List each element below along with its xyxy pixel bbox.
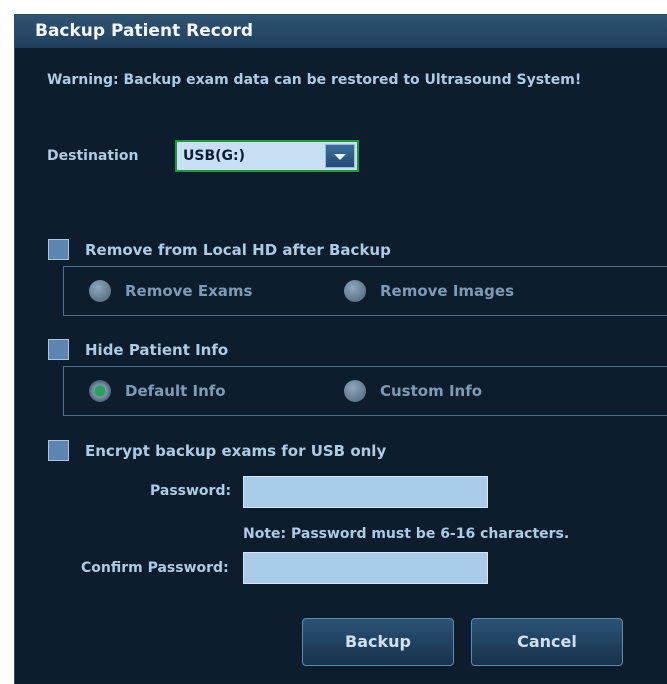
cancel-button[interactable]: Cancel: [471, 618, 623, 666]
warning-text: Warning: Backup exam data can be restore…: [47, 72, 582, 88]
password-note: Note: Password must be 6-16 characters.: [243, 526, 570, 542]
remove-exams-radio[interactable]: [89, 280, 111, 302]
chevron-down-icon: [334, 154, 346, 160]
remove-exams-label: Remove Exams: [125, 282, 253, 300]
backup-button[interactable]: Backup: [302, 618, 454, 666]
password-input[interactable]: [243, 476, 488, 508]
title-bar: Backup Patient Record: [15, 15, 667, 48]
default-info-radio[interactable]: [89, 380, 111, 402]
dropdown-arrow-button[interactable]: [325, 144, 355, 168]
backup-dialog: Backup Patient Record Warning: Backup ex…: [14, 14, 667, 684]
destination-value: USB(G:): [183, 148, 246, 164]
hide-info-label: Hide Patient Info: [85, 341, 229, 359]
hide-info-checkbox[interactable]: [48, 339, 69, 360]
hide-info-options-group: Default Info Custom Info: [63, 366, 667, 416]
remove-local-checkbox[interactable]: [48, 239, 69, 260]
remove-images-radio[interactable]: [344, 280, 366, 302]
encrypt-label: Encrypt backup exams for USB only: [85, 442, 387, 460]
remove-images-label: Remove Images: [380, 282, 515, 300]
remove-local-label: Remove from Local HD after Backup: [85, 241, 391, 259]
destination-dropdown[interactable]: USB(G:): [175, 140, 359, 172]
destination-label: Destination: [47, 148, 139, 164]
remove-options-group: Remove Exams Remove Images: [63, 266, 667, 316]
custom-info-radio[interactable]: [344, 380, 366, 402]
confirm-password-input[interactable]: [243, 552, 488, 584]
password-label: Password:: [150, 483, 232, 499]
custom-info-label: Custom Info: [380, 382, 483, 400]
dialog-title: Backup Patient Record: [35, 21, 254, 41]
default-info-label: Default Info: [125, 382, 226, 400]
confirm-password-label: Confirm Password:: [81, 560, 229, 576]
encrypt-checkbox[interactable]: [48, 440, 69, 461]
